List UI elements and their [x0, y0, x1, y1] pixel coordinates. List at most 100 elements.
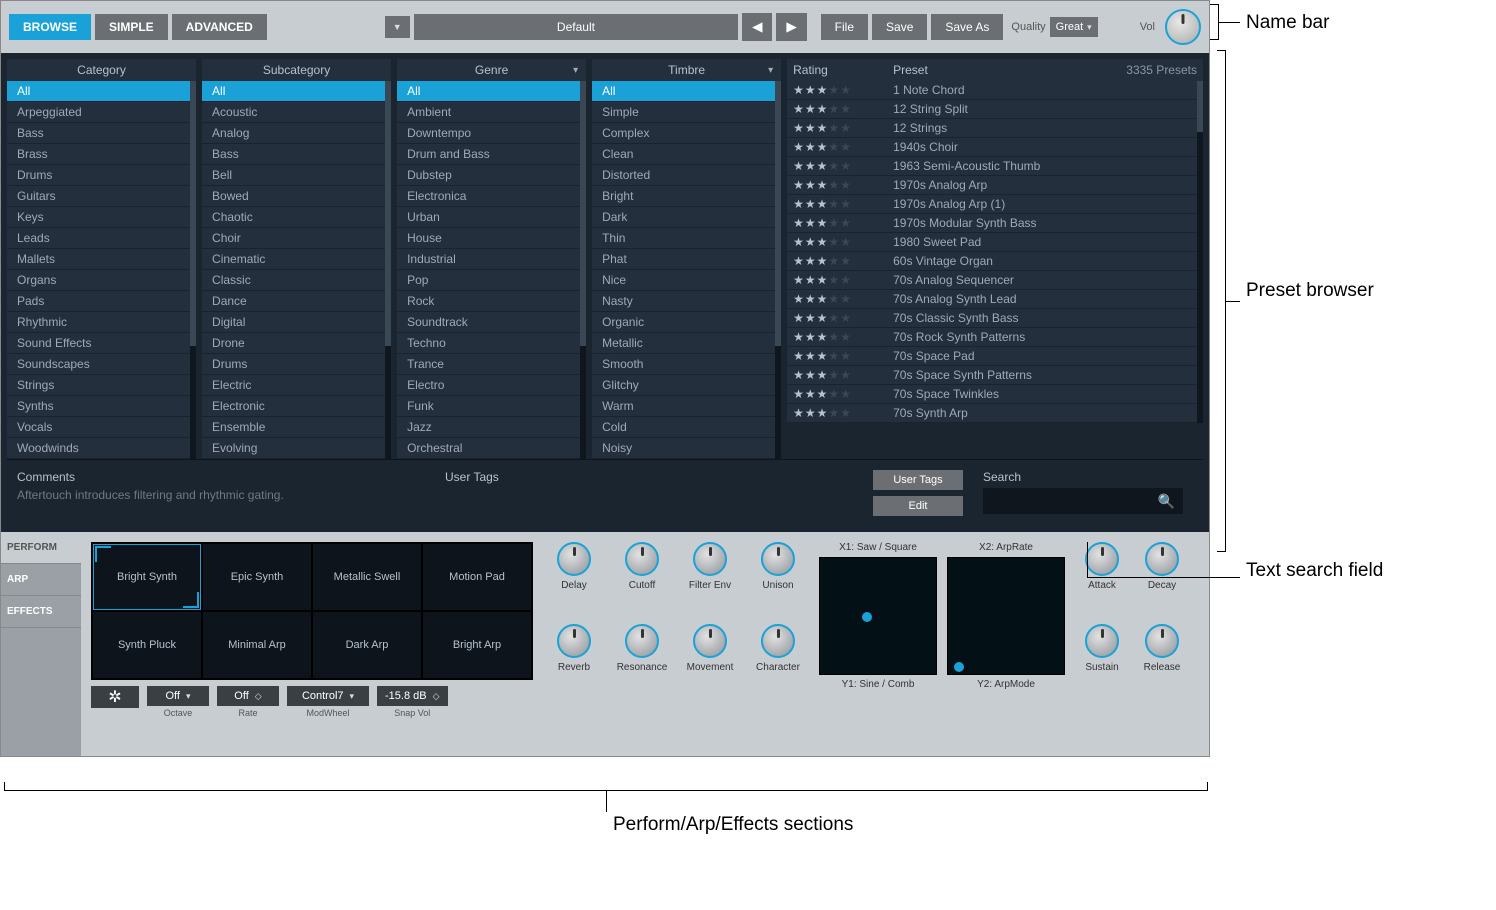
subcategory-item[interactable]: Bowed — [202, 186, 391, 207]
genre-item[interactable]: Trance — [397, 354, 586, 375]
envelope-knob[interactable] — [1145, 542, 1179, 576]
genre-header[interactable]: Genre — [397, 59, 586, 81]
timbre-item[interactable]: Complex — [592, 123, 781, 144]
genre-item[interactable]: Downtempo — [397, 123, 586, 144]
category-header[interactable]: Category — [7, 59, 196, 81]
xy-pad-2[interactable] — [947, 557, 1065, 675]
arp-tab[interactable]: ARP — [1, 564, 81, 596]
envelope-knob[interactable] — [1145, 624, 1179, 658]
preset-name-display[interactable]: Default — [414, 14, 738, 40]
preset-dropdown-arrow[interactable]: ▼ — [385, 16, 410, 38]
preset-row[interactable]: ★★★★★70s Space Synth Patterns — [787, 366, 1203, 385]
envelope-knob[interactable] — [1085, 542, 1119, 576]
snapshot-pad[interactable]: Motion Pad — [423, 544, 531, 610]
macro-knob[interactable] — [761, 624, 795, 658]
category-item[interactable]: Mallets — [7, 249, 196, 270]
subcategory-item[interactable]: Drone — [202, 333, 391, 354]
preset-row[interactable]: ★★★★★1963 Semi-Acoustic Thumb — [787, 157, 1203, 176]
timbre-item[interactable]: All — [592, 81, 781, 102]
timbre-item[interactable]: Cold — [592, 417, 781, 438]
genre-item[interactable]: Industrial — [397, 249, 586, 270]
subcategory-item[interactable]: Drums — [202, 354, 391, 375]
preset-row[interactable]: ★★★★★70s Rock Synth Patterns — [787, 328, 1203, 347]
timbre-item[interactable]: Dark — [592, 207, 781, 228]
category-item[interactable]: Arpeggiated — [7, 102, 196, 123]
preset-row[interactable]: ★★★★★1940s Choir — [787, 138, 1203, 157]
macro-knob[interactable] — [625, 542, 659, 576]
perform-tab[interactable]: PERFORM — [1, 532, 81, 564]
subcategory-header[interactable]: Subcategory — [202, 59, 391, 81]
genre-item[interactable]: Dubstep — [397, 165, 586, 186]
effects-tab[interactable]: EFFECTS — [1, 596, 81, 628]
timbre-item[interactable]: Nice — [592, 270, 781, 291]
envelope-knob[interactable] — [1085, 624, 1119, 658]
timbre-item[interactable]: Nasty — [592, 291, 781, 312]
preset-next-button[interactable]: ▶ — [776, 13, 806, 41]
category-item[interactable]: Synths — [7, 396, 196, 417]
category-item[interactable]: Pads — [7, 291, 196, 312]
preset-row[interactable]: ★★★★★70s Space Pad — [787, 347, 1203, 366]
macro-knob[interactable] — [557, 542, 591, 576]
subcategory-item[interactable]: Ensemble — [202, 417, 391, 438]
search-input[interactable]: 🔍 — [983, 488, 1183, 514]
macro-knob[interactable] — [693, 624, 727, 658]
timbre-item[interactable]: Metallic — [592, 333, 781, 354]
subcategory-item[interactable]: Electronic — [202, 396, 391, 417]
subcategory-item[interactable]: Bass — [202, 144, 391, 165]
timbre-item[interactable]: Organic — [592, 312, 781, 333]
rating-header[interactable]: Rating — [793, 63, 883, 77]
timbre-item[interactable]: Thin — [592, 228, 781, 249]
subcategory-item[interactable]: Electric — [202, 375, 391, 396]
preset-row[interactable]: ★★★★★60s Vintage Organ — [787, 252, 1203, 271]
preset-row[interactable]: ★★★★★12 String Split — [787, 100, 1203, 119]
subcategory-item[interactable]: All — [202, 81, 391, 102]
subcategory-item[interactable]: Choir — [202, 228, 391, 249]
octave-select[interactable]: Off▾ — [147, 686, 209, 706]
timbre-item[interactable]: Glitchy — [592, 375, 781, 396]
category-item[interactable]: All — [7, 81, 196, 102]
genre-item[interactable]: All — [397, 81, 586, 102]
genre-item[interactable]: Jazz — [397, 417, 586, 438]
genre-item[interactable]: Funk — [397, 396, 586, 417]
preset-row[interactable]: ★★★★★1970s Analog Arp (1) — [787, 195, 1203, 214]
xy-pad-1[interactable] — [819, 557, 937, 675]
category-item[interactable]: Soundscapes — [7, 354, 196, 375]
subcategory-item[interactable]: Analog — [202, 123, 391, 144]
subcategory-item[interactable]: Digital — [202, 312, 391, 333]
category-item[interactable]: Bass — [7, 123, 196, 144]
preset-row[interactable]: ★★★★★70s Analog Synth Lead — [787, 290, 1203, 309]
edit-button[interactable]: Edit — [873, 496, 963, 516]
snapvol-stepper[interactable]: -15.8 dB◇ — [377, 686, 448, 706]
preset-row[interactable]: ★★★★★70s Synth Arp — [787, 404, 1203, 423]
category-item[interactable]: Keys — [7, 207, 196, 228]
subcategory-item[interactable]: Dance — [202, 291, 391, 312]
user-tags-button[interactable]: User Tags — [873, 470, 963, 490]
category-item[interactable]: Brass — [7, 144, 196, 165]
subcategory-item[interactable]: Bell — [202, 165, 391, 186]
category-item[interactable]: Drums — [7, 165, 196, 186]
preset-row[interactable]: ★★★★★1970s Modular Synth Bass — [787, 214, 1203, 233]
genre-item[interactable]: Electronica — [397, 186, 586, 207]
quality-select[interactable]: Great▾ — [1050, 17, 1098, 37]
category-item[interactable]: Woodwinds — [7, 438, 196, 459]
snapshot-pad[interactable]: Dark Arp — [313, 612, 421, 678]
save-button[interactable]: Save — [872, 14, 927, 40]
genre-item[interactable]: House — [397, 228, 586, 249]
snapshot-pad[interactable]: Minimal Arp — [203, 612, 311, 678]
genre-item[interactable]: Orchestral — [397, 438, 586, 459]
volume-knob[interactable] — [1165, 9, 1201, 45]
snapshot-pad[interactable]: Synth Pluck — [93, 612, 201, 678]
advanced-tab[interactable]: ADVANCED — [172, 14, 267, 40]
timbre-header[interactable]: Timbre — [592, 59, 781, 81]
timbre-item[interactable]: Warm — [592, 396, 781, 417]
macro-knob[interactable] — [625, 624, 659, 658]
subcategory-item[interactable]: Chaotic — [202, 207, 391, 228]
file-button[interactable]: File — [821, 14, 868, 40]
modwheel-select[interactable]: Control7▾ — [287, 686, 369, 706]
genre-item[interactable]: Techno — [397, 333, 586, 354]
gear-icon[interactable]: ✲ — [91, 686, 139, 708]
category-item[interactable]: Leads — [7, 228, 196, 249]
genre-item[interactable]: Soundtrack — [397, 312, 586, 333]
timbre-item[interactable]: Clean — [592, 144, 781, 165]
genre-item[interactable]: Rock — [397, 291, 586, 312]
